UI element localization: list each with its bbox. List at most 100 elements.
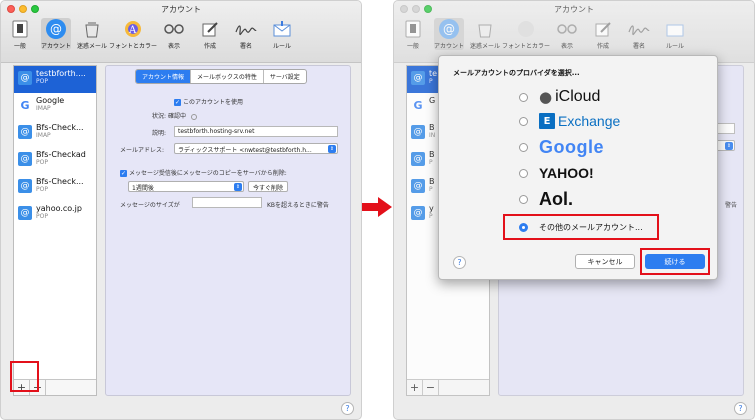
enable-account-row[interactable]: ✓ このアカウントを使用: [174, 97, 243, 106]
remove-after-select[interactable]: 1週間後 ⇕: [128, 181, 244, 192]
at-icon: @: [18, 152, 32, 166]
at-icon: @: [45, 18, 67, 40]
tab-signatures[interactable]: 署名: [231, 18, 261, 50]
list-item[interactable]: @ Bfs-Checkad POP: [14, 147, 96, 174]
tab-label: 署名: [632, 43, 645, 50]
radio-button[interactable]: [519, 195, 528, 204]
account-name: te: [429, 69, 438, 78]
google-icon: G: [18, 98, 32, 112]
tab-composing[interactable]: 作成: [195, 18, 225, 50]
remove-copy-row[interactable]: ✓ メッセージ受信後にメッセージのコピーをサーバから削除:: [120, 168, 287, 177]
tab-account-info[interactable]: アカウント情報: [136, 70, 192, 83]
radio-button[interactable]: [519, 143, 528, 152]
description-field[interactable]: testbforth.hosting-srv.net: [174, 126, 338, 137]
help-button[interactable]: ?: [734, 402, 747, 415]
remove-account-button[interactable]: −: [423, 380, 439, 395]
tab-rules[interactable]: ルール: [267, 18, 297, 50]
account-type: P: [429, 186, 433, 193]
svg-text:A: A: [128, 25, 137, 36]
chevron-updown-icon: ⇕: [328, 145, 336, 153]
tab-fonts-colors[interactable]: フォントとカラー: [502, 18, 550, 50]
help-button[interactable]: ?: [453, 256, 466, 269]
provider-option-icloud[interactable]: ● iCloud: [519, 88, 600, 106]
tab-junk[interactable]: 迷惑メール: [470, 18, 500, 50]
window-title: アカウント: [554, 5, 594, 14]
tab-composing[interactable]: 作成: [588, 18, 618, 50]
provider-label: Google: [539, 137, 604, 157]
signature-icon: [628, 18, 650, 40]
tab-label: フォントとカラー: [109, 43, 158, 50]
tab-label: アカウント: [41, 43, 72, 50]
at-icon: @: [411, 152, 425, 166]
remove-copy-label: メッセージ受信後にメッセージのコピーをサーバから削除:: [129, 170, 287, 177]
provider-option-yahoo[interactable]: YAHOO!: [519, 165, 594, 181]
at-icon: @: [18, 125, 32, 139]
email-label: メールアドレス:: [120, 147, 165, 154]
list-item[interactable]: @ Bfs-Check... POP: [14, 174, 96, 201]
account-name: Bfs-Check...: [36, 177, 84, 186]
provider-option-aol[interactable]: Aol.: [519, 189, 573, 210]
tab-viewing[interactable]: 表示: [159, 18, 189, 50]
at-icon: @: [411, 71, 425, 85]
junk-icon: [81, 18, 103, 40]
checkmark-icon[interactable]: ✓: [120, 170, 127, 177]
tab-signatures[interactable]: 署名: [624, 18, 654, 50]
radio-button[interactable]: [519, 168, 528, 178]
provider-label: YAHOO!: [539, 165, 594, 181]
account-type: P: [429, 78, 433, 85]
tab-general[interactable]: 一般: [398, 18, 428, 50]
account-name: G: [429, 96, 436, 105]
window-title: アカウント: [161, 5, 201, 14]
mail-preferences-window-left: アカウント 一般 @ アカウント 迷惑メール A フォントとカラー 表示 作成 …: [0, 0, 362, 420]
size-limit-field[interactable]: [192, 197, 262, 208]
add-account-button[interactable]: +: [407, 380, 423, 395]
radio-button[interactable]: [519, 116, 528, 126]
list-item[interactable]: @ testbforth.... POP: [14, 66, 96, 93]
tab-rules[interactable]: ルール: [660, 18, 690, 50]
account-type: POP: [36, 213, 48, 220]
at-icon: @: [18, 206, 32, 220]
titlebar: アカウント 一般 @ アカウント 迷惑メール A フォントとカラー 表示 作成 …: [1, 1, 361, 63]
remove-now-button[interactable]: 今すぐ削除: [248, 181, 289, 192]
email-value: ラディックスサポート <nwtest@testbforth.h...: [178, 147, 312, 154]
tab-viewing[interactable]: 表示: [552, 18, 582, 50]
status-indicator-icon: [190, 113, 197, 120]
tab-accounts[interactable]: @ アカウント: [434, 18, 464, 50]
size-warning-suffix: KBを超えるときに警告: [267, 202, 329, 209]
junk-icon: [474, 18, 496, 40]
account-type: P: [429, 159, 433, 166]
help-button[interactable]: ?: [341, 402, 354, 415]
status-row: 状況: 確認中: [152, 111, 197, 120]
tab-label: 迷惑メール: [77, 43, 108, 50]
tab-label: ルール: [665, 43, 684, 50]
radio-button[interactable]: [519, 92, 528, 102]
tab-label: 一般: [13, 43, 26, 50]
tab-label: アカウント: [434, 43, 465, 50]
cancel-button[interactable]: キャンセル: [575, 254, 635, 269]
tab-accounts[interactable]: @ アカウント: [41, 18, 71, 50]
signature-icon: [235, 18, 257, 40]
tab-label: ルール: [272, 43, 291, 50]
list-item[interactable]: @ Bfs-Check... IMAP: [14, 120, 96, 147]
tab-general[interactable]: 一般: [5, 18, 35, 50]
account-type: P: [429, 213, 433, 220]
tab-label: 表示: [167, 43, 180, 50]
at-icon: @: [411, 125, 425, 139]
tab-fonts-colors[interactable]: A フォントとカラー: [109, 18, 157, 50]
switch-icon: [9, 18, 31, 40]
status-label: 状況:: [152, 113, 167, 120]
at-icon: @: [411, 179, 425, 193]
size-warning-suffix: 警告: [725, 202, 738, 209]
tab-mailbox-behaviors[interactable]: メールボックスの特性: [191, 70, 264, 83]
provider-option-exchange[interactable]: E Exchange: [519, 113, 620, 129]
tab-junk[interactable]: 迷惑メール: [77, 18, 107, 50]
tab-server-settings[interactable]: サーバ設定: [264, 70, 306, 83]
account-name: Bfs-Check...: [36, 123, 84, 132]
font-icon: [515, 18, 537, 40]
rules-icon: [271, 18, 293, 40]
provider-option-google[interactable]: Google: [519, 137, 604, 158]
list-item[interactable]: @ yahoo.co.jp POP: [14, 201, 96, 228]
list-item[interactable]: G Google IMAP: [14, 93, 96, 120]
checkmark-icon[interactable]: ✓: [174, 99, 181, 106]
email-select[interactable]: ラディックスサポート <nwtest@testbforth.h... ⇕: [174, 143, 338, 154]
